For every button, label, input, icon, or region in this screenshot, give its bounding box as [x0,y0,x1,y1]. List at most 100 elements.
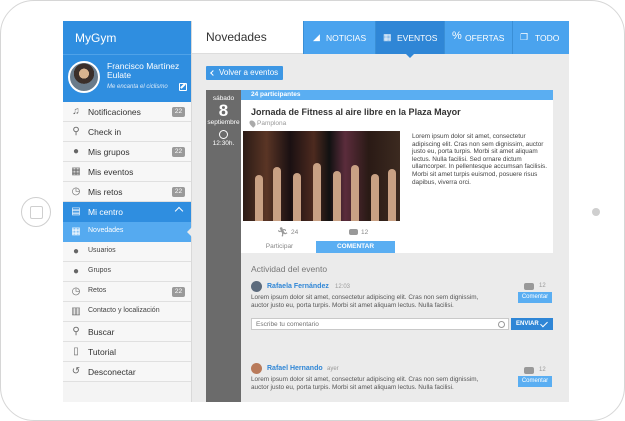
post-comment-count: 12 [539,283,546,289]
sidebar-item-label: Tutorial [88,347,117,357]
count-badge: 22 [172,187,185,197]
activity-title: Actividad del evento [251,264,328,274]
event-activity: Actividad del evento Rafaela Fernández 1… [241,257,553,402]
tab-ofertas[interactable]: % OFERTAS [444,21,512,54]
post-time: 12:03 [335,284,351,290]
event-card: 24 participantes Jornada de Fitness al a… [241,90,553,253]
sidebar-item-mis-grupos[interactable]: ● Mis grupos 22 [63,142,191,162]
group-icon: ● [72,266,80,277]
event-date: sábado 8 septiembre 12:30h. [206,90,241,402]
calendar-icon: ▦ [383,32,392,42]
sidebar-item-desconectar[interactable]: ↺ Desconectar [63,362,191,382]
avatar[interactable] [251,281,262,292]
event-photo [243,131,400,221]
event-time: 12:30h. [212,140,235,147]
post-author[interactable]: Rafaela Fernández [267,283,329,290]
sidebar-item-mis-retos[interactable]: ◷ Mis retos 22 [63,182,191,202]
app-screen: MyGym Francisco Martínez Eulate Me encan… [63,21,569,402]
sidebar-item-label: Usuarios [88,247,116,254]
pin-icon [248,119,257,128]
avatar[interactable] [68,61,100,93]
post-author[interactable]: Rafael Hernando [267,365,323,372]
comment-button[interactable]: COMENTAR [316,241,395,253]
edit-icon[interactable] [179,83,187,91]
windows-icon: ❐ [520,32,529,42]
sidebar-item-usuarios[interactable]: ● Usuarios [63,242,191,262]
chevron-up-icon[interactable] [174,206,184,216]
stopwatch-icon: ◷ [71,186,81,197]
comments-count: 12 [361,229,369,236]
event-stats: 🏃︎ 24 12 [243,225,551,239]
page-title: Novedades [206,30,267,44]
participants-count: 24 [291,229,299,236]
search-icon: ⚲ [72,326,80,337]
day-number: 8 [218,101,229,120]
camera-dot [592,208,600,216]
rss-icon: ◢ [313,32,320,42]
home-button[interactable] [21,197,51,227]
sidebar-item-label: Mi centro [88,207,123,217]
post-time: ayer [327,366,339,372]
sidebar-item-grupos[interactable]: ● Grupos [63,262,191,282]
sidebar-item-label: Mis eventos [88,167,134,177]
sidebar-item-tutorial[interactable]: ▯ Tutorial [63,342,191,362]
sidebar-item-contacto[interactable]: ▥ Contacto y localización [63,302,191,322]
sidebar-item-label: Check in [88,127,122,137]
sidebar-item-label: Desconectar [88,367,136,377]
event-description: Lorem ipsum dolor sit amet, consectetur … [412,133,547,186]
avatar[interactable] [251,363,262,374]
runner-icon: 🏃︎ [277,227,289,237]
tab-noticias[interactable]: ◢ NOTICIAS [303,21,375,54]
month: septiembre [207,119,240,126]
profile-name: Francisco Martínez Eulate [107,61,180,80]
sidebar-item-mi-centro[interactable]: ▤ Mi centro [63,202,191,222]
sidebar-item-label: Grupos [88,267,111,274]
post-comments: 12 Comentar [518,281,552,305]
event-title: Jornada de Fitness al aire libre en la P… [251,107,461,117]
sidebar-item-retos[interactable]: ◷ Retos 22 [63,282,191,302]
clear-icon[interactable] [498,321,505,328]
count-badge: 22 [172,107,185,117]
calendar-icon: ▦ [71,166,81,177]
sidebar-item-label: Buscar [88,327,115,337]
tab-label: NOTICIAS [326,33,367,43]
sidebar-item-label: Mis grupos [88,147,130,157]
building-icon: ▤ [71,206,81,217]
event-location: Pamplona [257,120,287,127]
comment-input[interactable] [251,318,509,330]
calendar-icon: ▦ [71,226,81,237]
tab-label: TODO [535,33,560,43]
count-badge: 22 [172,287,185,297]
sidebar-item-label: Notificaciones [88,107,141,117]
tab-label: OFERTAS [465,33,505,43]
comment-bubble-icon [349,229,358,235]
sidebar-item-label: Retos [88,287,107,294]
sidebar-item-mis-eventos[interactable]: ▦ Mis eventos [63,162,191,182]
sidebar-item-label: Contacto y localización [88,307,160,314]
post-comment-button[interactable]: Comentar [518,376,552,387]
user-icon: ● [72,246,80,257]
tab-label: EVENTOS [397,33,438,43]
pin-icon: ⚲ [72,126,80,137]
post-text: Lorem ipsum dolor sit amet, consectetur … [251,376,479,391]
tablet-frame: MyGym Francisco Martínez Eulate Me encan… [0,0,625,421]
tab-todo[interactable]: ❐ TODO [512,21,569,54]
post-comment-button[interactable]: Comentar [518,292,552,303]
sidebar-item-novedades[interactable]: ▦ Novedades [63,222,192,242]
sidebar-item-check-in[interactable]: ⚲ Check in [63,122,191,142]
app-brand: MyGym [63,21,191,54]
back-button[interactable]: Volver a eventos [206,66,284,80]
tab-eventos[interactable]: ▦ EVENTOS [375,21,444,58]
sidebar-item-notificaciones[interactable]: ♫ Notificaciones 22 [63,102,191,122]
post-comments: 12 Comentar [518,365,552,389]
sidebar-item-label: Mis retos [88,187,123,197]
comment-bubble-icon [524,367,534,374]
send-button[interactable]: ENVIAR [511,318,553,330]
profile-bio: Me encanta el ciclismo [107,84,168,90]
participate-button[interactable]: Participar [243,241,316,253]
sidebar-item-buscar[interactable]: ⚲ Buscar [63,322,191,342]
participants-bar[interactable]: 24 participantes [241,90,553,100]
sidebar: MyGym Francisco Martínez Eulate Me encan… [63,21,192,402]
bell-icon: ♫ [72,106,80,117]
top-header: Novedades ◢ NOTICIAS ▦ EVENTOS % OFERTAS… [192,21,569,58]
